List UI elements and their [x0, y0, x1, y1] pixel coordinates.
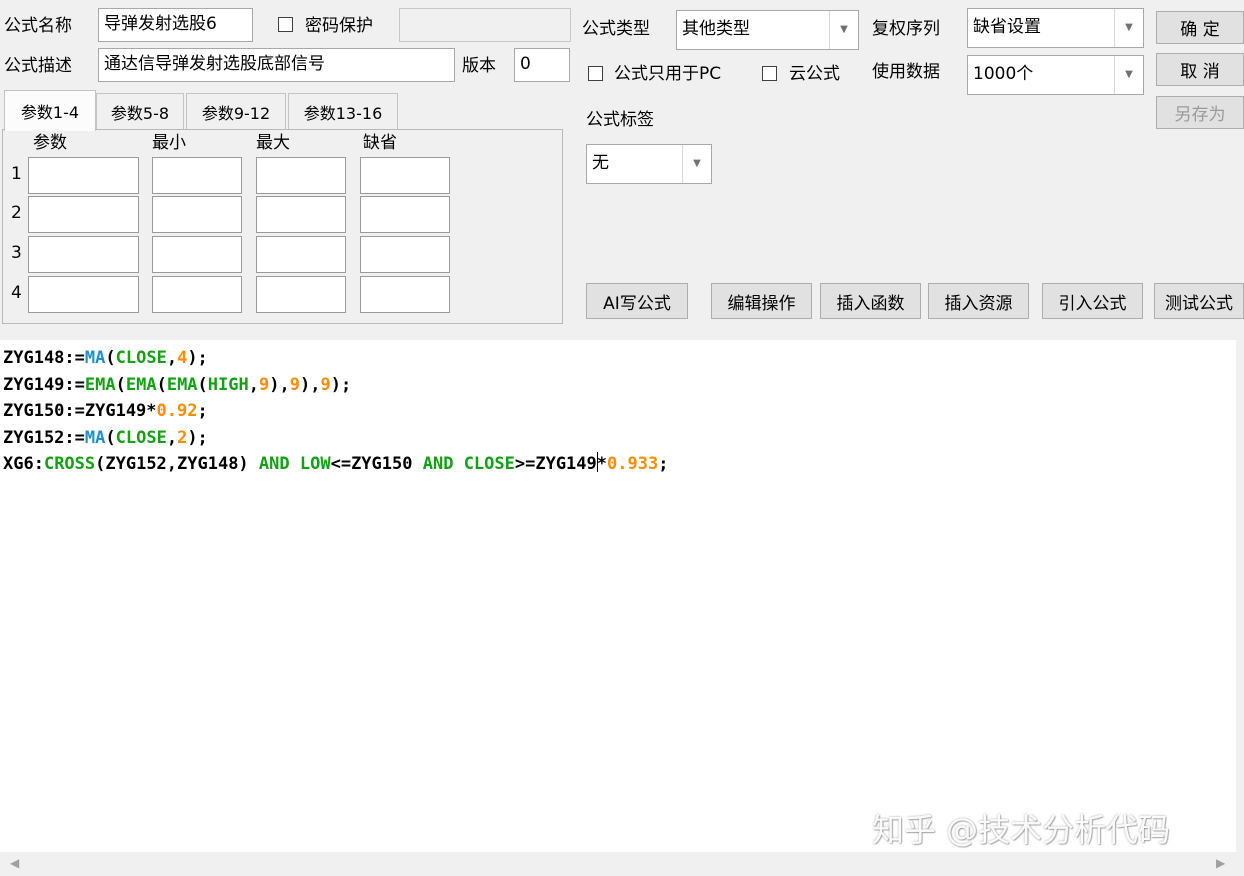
data-select[interactable]: 1000个 ▼ — [967, 55, 1144, 95]
tag-select[interactable]: 无 ▼ — [586, 144, 712, 184]
ok-button[interactable]: 确 定 — [1156, 11, 1244, 44]
edit-ops-button[interactable]: 编辑操作 — [711, 283, 812, 319]
param-row-number: 2 — [11, 203, 22, 223]
code-text[interactable]: ZYG148:=MA(CLOSE,4); ZYG149:=EMA(EMA(EMA… — [3, 345, 668, 478]
param3-default-input[interactable] — [360, 236, 450, 273]
cloud-label: 云公式 — [789, 64, 840, 84]
pc-only-checkbox[interactable] — [588, 66, 603, 81]
code-line-4: ZYG152:=MA(CLOSE,2); — [3, 427, 208, 448]
scroll-right-icon[interactable]: ▶ — [1216, 856, 1225, 870]
param3-name-input[interactable] — [28, 236, 139, 273]
code-line-5: XG6:CROSS(ZYG152,ZYG148) AND LOW<=ZYG150… — [3, 452, 669, 474]
code-line-1: ZYG148:=MA(CLOSE,4); — [3, 348, 208, 368]
param3-min-input[interactable] — [152, 236, 242, 273]
param1-name-input[interactable] — [28, 157, 139, 194]
formula-desc-label: 公式描述 — [4, 56, 72, 76]
vertical-scrollbar[interactable] — [1236, 340, 1244, 852]
insert-function-button[interactable]: 插入函数 — [820, 283, 921, 319]
param4-max-input[interactable] — [256, 276, 346, 313]
param1-min-input[interactable] — [152, 157, 242, 194]
formula-name-label: 公式名称 — [4, 16, 72, 36]
formula-type-select[interactable]: 其他类型 ▼ — [676, 10, 859, 50]
param-header-name: 参数 — [33, 133, 67, 153]
param2-max-input[interactable] — [256, 196, 346, 233]
tab-params-9-12[interactable]: 参数9-12 — [186, 93, 286, 129]
formula-type-label: 公式类型 — [582, 19, 650, 39]
scroll-left-icon[interactable]: ◀ — [10, 856, 19, 870]
chevron-down-icon: ▼ — [682, 145, 711, 183]
cancel-button[interactable]: 取 消 — [1156, 53, 1244, 86]
pc-only-label: 公式只用于PC — [614, 64, 722, 84]
param2-default-input[interactable] — [360, 196, 450, 233]
cloud-checkbox[interactable] — [762, 66, 777, 81]
param-row-number: 4 — [11, 283, 22, 303]
version-input[interactable]: 0 — [514, 48, 570, 82]
param1-max-input[interactable] — [256, 157, 346, 194]
test-formula-button[interactable]: 测试公式 — [1154, 283, 1244, 319]
tab-params-5-8[interactable]: 参数5-8 — [96, 93, 184, 129]
param4-min-input[interactable] — [152, 276, 242, 313]
param-header-max: 最大 — [256, 133, 290, 153]
tag-value: 无 — [592, 153, 609, 173]
password-checkbox[interactable] — [278, 17, 293, 32]
formula-desc-input[interactable]: 通达信导弹发射选股底部信号 — [98, 48, 455, 82]
tab-params-13-16[interactable]: 参数13-16 — [288, 93, 398, 129]
data-value: 1000个 — [973, 64, 1034, 84]
rights-select[interactable]: 缺省设置 ▼ — [967, 8, 1144, 48]
param1-default-input[interactable] — [360, 157, 450, 194]
param-row-number: 3 — [11, 243, 22, 263]
param-header-default: 缺省 — [363, 133, 397, 153]
horizontal-scrollbar[interactable]: ◀ ▶ — [0, 852, 1244, 876]
param3-max-input[interactable] — [256, 236, 346, 273]
formula-name-input[interactable]: 导弹发射选股6 — [98, 8, 253, 42]
param4-name-input[interactable] — [28, 276, 139, 313]
watermark: 知乎 @技术分析代码 — [872, 811, 1171, 849]
tag-label: 公式标签 — [586, 110, 654, 130]
param2-name-input[interactable] — [28, 196, 139, 233]
code-line-2: ZYG149:=EMA(EMA(EMA(HIGH,9),9),9); — [3, 374, 352, 395]
tab-params-1-4[interactable]: 参数1-4 — [4, 90, 96, 131]
code-line-3: ZYG150:=ZYG149*0.92; — [3, 401, 208, 421]
param2-min-input[interactable] — [152, 196, 242, 233]
ai-write-button[interactable]: AI写公式 — [586, 283, 688, 319]
formula-type-value: 其他类型 — [682, 19, 750, 39]
password-label: 密码保护 — [305, 16, 373, 36]
param4-default-input[interactable] — [360, 276, 450, 313]
param-header-min: 最小 — [152, 133, 186, 153]
chevron-down-icon: ▼ — [829, 11, 858, 49]
data-label: 使用数据 — [872, 62, 940, 82]
insert-resource-button[interactable]: 插入资源 — [928, 283, 1029, 319]
chevron-down-icon: ▼ — [1114, 56, 1143, 94]
rights-value: 缺省设置 — [973, 17, 1041, 37]
password-input[interactable] — [399, 8, 571, 42]
version-label: 版本 — [462, 56, 496, 76]
chevron-down-icon: ▼ — [1114, 9, 1143, 47]
save-as-button[interactable]: 另存为 — [1156, 96, 1244, 129]
param-row-number: 1 — [11, 164, 22, 184]
import-formula-button[interactable]: 引入公式 — [1042, 283, 1143, 319]
code-editor[interactable]: ZYG148:=MA(CLOSE,4); ZYG149:=EMA(EMA(EMA… — [0, 340, 1236, 852]
rights-label: 复权序列 — [872, 19, 940, 39]
